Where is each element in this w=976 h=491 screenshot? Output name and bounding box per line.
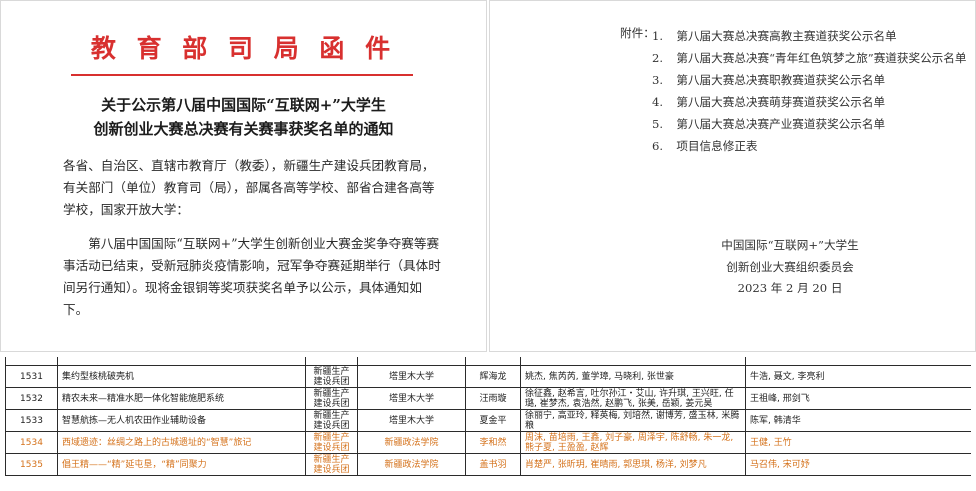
document-title: 关于公示第八届中国国际“互联网+”大学生 创新创业大赛总决赛有关赛事获奖名单的通… — [1, 93, 486, 141]
attachment-item: 6. 项目信息修正表 — [652, 135, 972, 157]
cell-project-name: 西域遗迹：丝绸之路上的古城遗址的“智慧”旅记 — [57, 431, 306, 454]
attachment-number: 4. — [652, 95, 664, 109]
cell-project-name: 精农未来—精准水肥一体化智能施肥系统 — [57, 387, 306, 410]
attachment-text: 项目信息修正表 — [676, 139, 758, 153]
attachment-text: 第八届大赛总决赛产业赛道获奖公示名单 — [676, 117, 886, 131]
cell-team-members: 徐征鑫, 赵希言, 吐尔孙江・艾山, 许升琪, 王兴旺, 任璐, 崔梦杰, 袁浩… — [520, 387, 746, 410]
table-row: 1534 西域遗迹：丝绸之路上的古城遗址的“智慧”旅记 新疆生产建设兵团 新疆政法学院… — [5, 431, 971, 454]
cell-team-leader: 李和然 — [465, 431, 521, 454]
cell-team-members: 周沫, 苗培雨, 王鑫, 刘子豪, 周泽宇, 陈舒畅, 朱一龙, 熊子夏, 王盈… — [520, 431, 746, 454]
cell-team-leader: 夏金平 — [465, 409, 521, 432]
document-title-line-1: 关于公示第八届中国国际“互联网+”大学生 — [101, 96, 386, 114]
cell-region: 新疆生产建设兵团 — [305, 431, 358, 454]
signature-date: 2023 年 2 月 20 日 — [737, 281, 843, 295]
table-top-spacer-row — [5, 357, 971, 366]
attachment-number: 1. — [652, 29, 664, 43]
cell-advisors: 牛浩, 聂文, 李亮利 — [745, 365, 971, 388]
letterhead-title: 教 育 部 司 局 函 件 — [90, 34, 397, 63]
attachment-item: 3. 第八届大赛总决赛职教赛道获奖公示名单 — [652, 69, 972, 91]
signature-organization-line-2: 创新创业大赛组织委员会 — [726, 260, 854, 274]
attachment-number: 6. — [652, 139, 664, 153]
cell-team-members: 姚杰, 焦芮芮, 董学璋, 马晓利, 张世豪 — [520, 365, 746, 388]
cell-school: 塔里木大学 — [357, 365, 466, 388]
notice-body-paragraph: 第八届中国国际“互联网+”大学生创新创业大赛金奖争夺赛等赛事活动已结束，受新冠肺… — [63, 236, 441, 317]
attachment-text: 第八届大赛总决赛职教赛道获奖公示名单 — [676, 73, 886, 87]
award-list-table: 1531 集约型核桃破壳机 新疆生产建设兵团 塔里木大学 辉海龙 姚杰, 焦芮芮, 董学璋… — [5, 357, 971, 476]
salutation-paragraph: 各省、自治区、直辖市教育厅（教委），新疆生产建设兵团教育局，有关部门（单位）教育… — [63, 158, 435, 217]
cell-region: 新疆生产建设兵团 — [305, 365, 358, 388]
notice-letter-page: 教 育 部 司 局 函 件 关于公示第八届中国国际“互联网+”大学生 创新创业大… — [0, 0, 487, 352]
cell-advisors: 陈军, 韩清华 — [745, 409, 971, 432]
cell-region: 新疆生产建设兵团 — [305, 409, 358, 432]
signature-organization-line-1: 中国国际“互联网+”大学生 — [721, 238, 859, 252]
cell-team-leader: 汪雨璇 — [465, 387, 521, 410]
attachment-item: 1. 第八届大赛总决赛高教主赛道获奖公示名单 — [652, 25, 972, 47]
cell-project-number: 1532 — [5, 387, 58, 410]
cell-advisors: 马召伟, 宋可妤 — [745, 453, 971, 476]
cell-region: 新疆生产建设兵团 — [305, 387, 358, 410]
attachment-number: 2. — [652, 51, 664, 65]
attachments-list: 1. 第八届大赛总决赛高教主赛道获奖公示名单 2. 第八届大赛总决赛“青年红色筑梦之旅… — [652, 25, 972, 157]
cell-project-name: 智慧航拣—无人机农田作业辅助设备 — [57, 409, 306, 432]
cell-advisors: 王祖峰, 邢剑飞 — [745, 387, 971, 410]
cell-school: 新疆政法学院 — [357, 453, 466, 476]
letterhead-red-rule — [71, 74, 413, 76]
cell-region: 新疆生产建设兵团 — [305, 453, 358, 476]
attachment-text: 第八届大赛总决赛“青年红色筑梦之旅”赛道获奖公示名单 — [676, 51, 967, 65]
award-list-table-panel: 1531 集约型核桃破壳机 新疆生产建设兵团 塔里木大学 辉海龙 姚杰, 焦芮芮, 董学璋… — [5, 357, 971, 491]
attachment-item: 5. 第八届大赛总决赛产业赛道获奖公示名单 — [652, 113, 972, 135]
cell-school: 新疆政法学院 — [357, 431, 466, 454]
cell-project-name: 倡王精——“精”延屯垦，“精”同聚力 — [57, 453, 306, 476]
table-row: 1533 智慧航拣—无人机农田作业辅助设备 新疆生产建设兵团 塔里木大学 夏金平 徐丽宁,… — [5, 409, 971, 432]
cell-team-leader: 辉海龙 — [465, 365, 521, 388]
cell-school: 塔里木大学 — [357, 409, 466, 432]
cell-team-leader: 盖书羽 — [465, 453, 521, 476]
document-title-line-2: 创新创业大赛总决赛有关赛事获奖名单的通知 — [93, 120, 394, 138]
cell-team-members: 徐丽宁, 高亚玲, 释英梅, 刘培然, 谢博芳, 盛玉林, 米腾粮 — [520, 409, 746, 432]
attachments-label: 附件： — [620, 26, 655, 40]
table-row: 1535 倡王精——“精”延屯垦，“精”同聚力 新疆生产建设兵团 新疆政法学院 盖书羽肖… — [5, 453, 971, 476]
cell-school: 塔里木大学 — [357, 387, 466, 410]
attachment-text: 第八届大赛总决赛萌芽赛道获奖公示名单 — [676, 95, 886, 109]
cell-project-number: 1533 — [5, 409, 58, 432]
attachment-item: 2. 第八届大赛总决赛“青年红色筑梦之旅”赛道获奖公示名单 — [652, 47, 972, 69]
table-row: 1532 精农未来—精准水肥一体化智能施肥系统 新疆生产建设兵团 塔里木大学 汪雨璇 徐征… — [5, 387, 971, 410]
award-list-body: 1531 集约型核桃破壳机 新疆生产建设兵团 塔里木大学 辉海龙 姚杰, 焦芮芮, 董学璋… — [5, 357, 971, 476]
attachment-text: 第八届大赛总决赛高教主赛道获奖公示名单 — [676, 29, 897, 43]
cell-advisors: 王健, 王竹 — [745, 431, 971, 454]
cell-team-members: 肖楚严, 张昕玥, 崔晴雨, 郭思琪, 杨洋, 刘梦凡 — [520, 453, 746, 476]
attachment-number: 5. — [652, 117, 664, 131]
cell-project-number: 1531 — [5, 365, 58, 388]
cell-project-number: 1535 — [5, 453, 58, 476]
cell-project-name: 集约型核桃破壳机 — [57, 365, 306, 388]
table-row: 1531 集约型核桃破壳机 新疆生产建设兵团 塔里木大学 辉海龙 姚杰, 焦芮芮, 董学璋… — [5, 365, 971, 388]
cell-project-number: 1534 — [5, 431, 58, 454]
attachment-item: 4. 第八届大赛总决赛萌芽赛道获奖公示名单 — [652, 91, 972, 113]
attachments-page: 附件： 1. 第八届大赛总决赛高教主赛道获奖公示名单 2. 第八届大赛总决赛“青年红色… — [489, 0, 976, 352]
attachment-number: 3. — [652, 73, 664, 87]
